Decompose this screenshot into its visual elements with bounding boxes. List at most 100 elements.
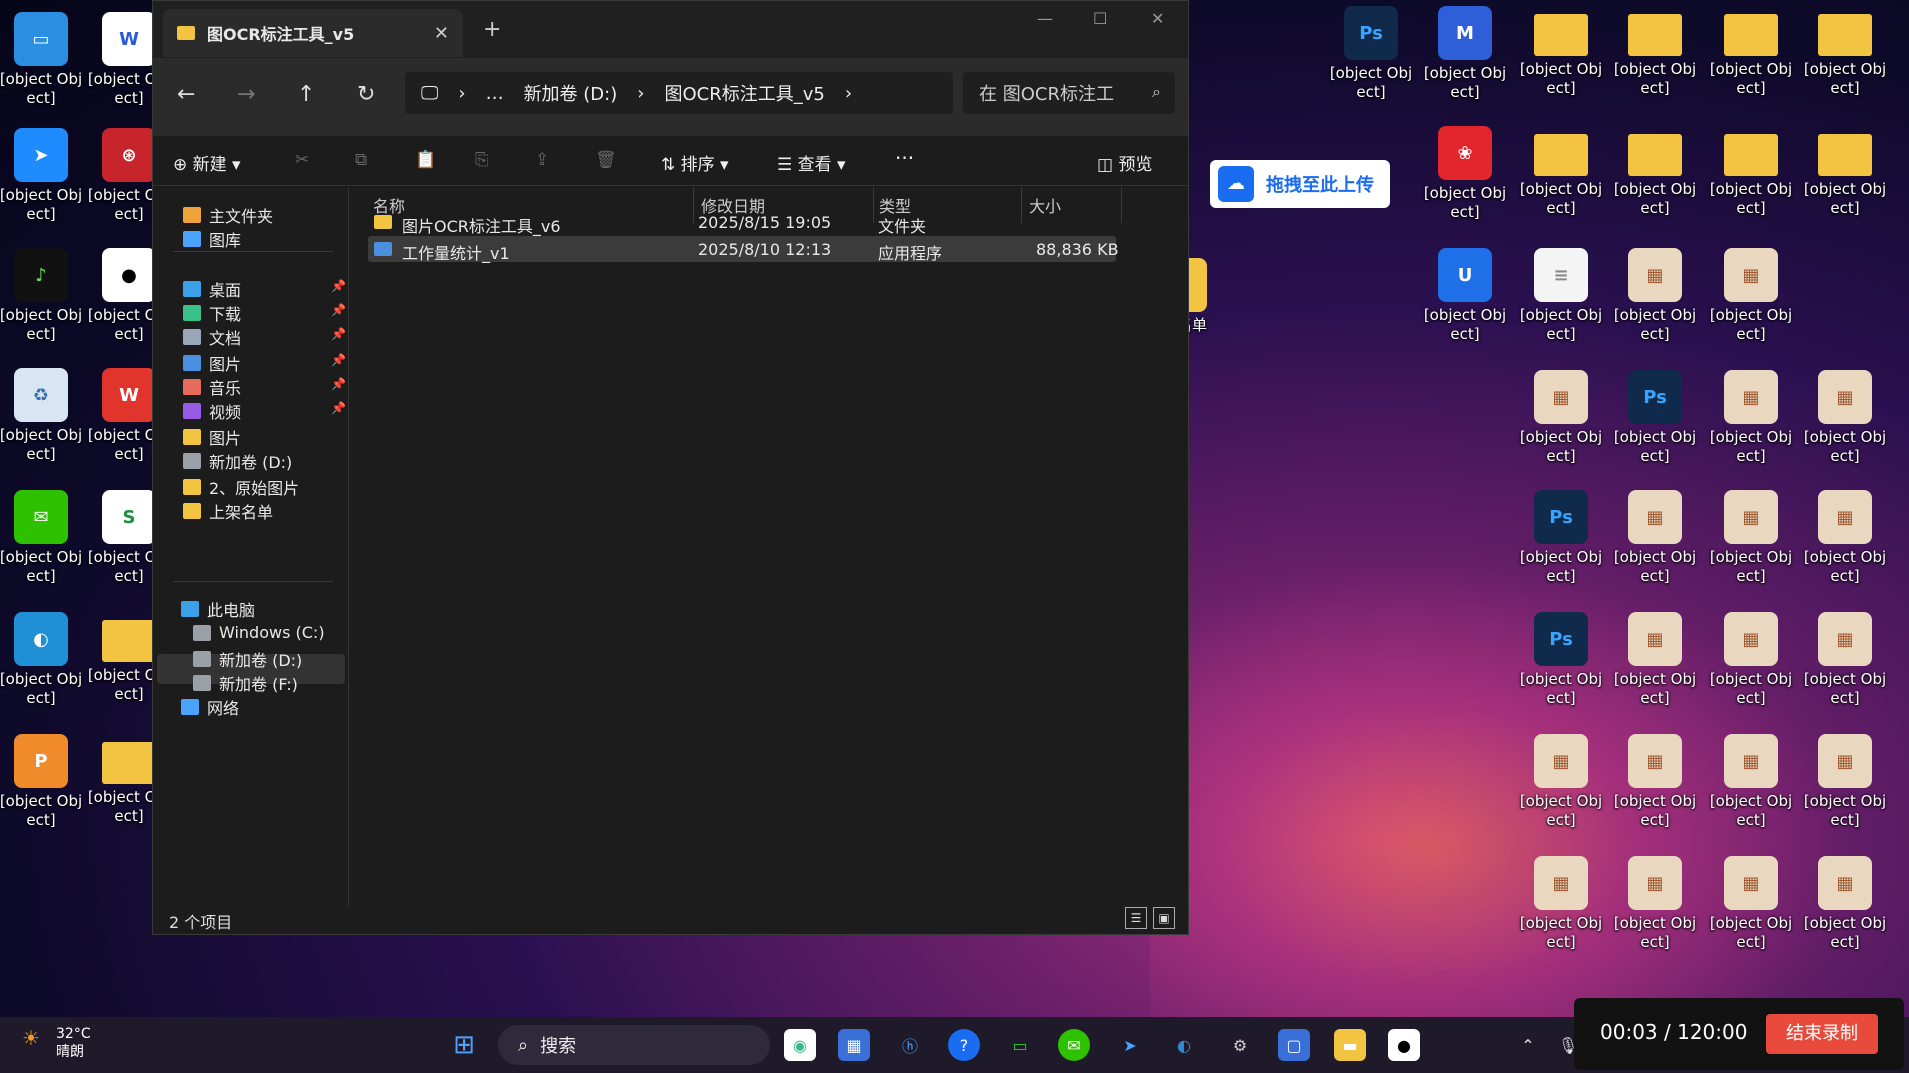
desktop-icon[interactable]: ◐ [object Object]: [0, 612, 86, 708]
tab-close-icon[interactable]: ✕: [434, 23, 449, 44]
sidebar-item[interactable]: 新加卷 (F:): [193, 671, 298, 695]
desktop-icon[interactable]: ▭ [object Object]: [0, 12, 86, 108]
desktop-icon[interactable]: [object Object]: [1610, 6, 1700, 98]
new-tab-button[interactable]: +: [483, 17, 501, 42]
forward-icon[interactable]: →: [237, 82, 255, 107]
pin-icon[interactable]: 📌: [331, 303, 346, 317]
desktop-icon[interactable]: ▦ [object Object]: [1516, 734, 1606, 830]
delete-icon[interactable]: 🗑: [595, 150, 617, 170]
desktop-icon[interactable]: ▦ [object Object]: [1800, 612, 1890, 708]
sidebar-item[interactable]: 桌面: [183, 277, 241, 301]
breadcrumb-ellipsis[interactable]: …: [486, 83, 504, 104]
sidebar-item[interactable]: 2、原始图片: [183, 475, 299, 499]
breadcrumb-folder[interactable]: 图OCR标注工具_v5: [664, 80, 824, 106]
address-bar[interactable]: 🖵 › … 新加卷 (D:) › 图OCR标注工具_v5 ›: [405, 72, 953, 114]
details-view-icon[interactable]: ☰: [1125, 907, 1147, 929]
desktop-icon[interactable]: ▦ [object Object]: [1516, 370, 1606, 466]
desktop-icon[interactable]: ▦ [object Object]: [1800, 370, 1890, 466]
desktop-icon[interactable]: [object Object]: [1800, 126, 1890, 218]
sidebar-item[interactable]: 网络: [181, 695, 239, 719]
desktop-icon[interactable]: ▦ [object Object]: [1706, 612, 1796, 708]
desktop-icon[interactable]: ▦ [object Object]: [1610, 734, 1700, 830]
desktop-icon[interactable]: ▦ [object Object]: [1706, 490, 1796, 586]
wechat-icon[interactable]: ✉: [1058, 1029, 1090, 1061]
desktop-icon[interactable]: [object Object]: [1516, 126, 1606, 218]
sidebar-item[interactable]: 新加卷 (D:): [183, 449, 292, 473]
pin-icon[interactable]: 📌: [331, 377, 346, 391]
back-icon[interactable]: ←: [177, 82, 195, 107]
desktop-icon[interactable]: Ps [object Object]: [1516, 490, 1606, 586]
sidebar-item[interactable]: 下载: [183, 301, 241, 325]
desktop-icon[interactable]: Ps [object Object]: [1326, 6, 1416, 102]
taskbar-search[interactable]: ⌕ 搜索: [498, 1025, 770, 1065]
desktop-icon[interactable]: ▦ [object Object]: [1800, 734, 1890, 830]
settings-icon[interactable]: ⚙: [1224, 1029, 1256, 1061]
desktop-icon[interactable]: Ps [object Object]: [1610, 370, 1700, 466]
pin-icon[interactable]: 📌: [331, 401, 346, 415]
desktop-icon[interactable]: ≡ [object Object]: [1516, 248, 1606, 344]
hp-icon[interactable]: ⓗ: [894, 1029, 926, 1061]
screen-icon[interactable]: ▭: [1004, 1029, 1036, 1061]
sidebar-item[interactable]: 视频: [183, 399, 241, 423]
chevron-up-icon[interactable]: ⌃: [1512, 1029, 1544, 1061]
file-row[interactable]: 工作量统计_v1 2025/8/10 12:13 应用程序 88,836 KB: [368, 236, 1119, 263]
breadcrumb-drive[interactable]: 新加卷 (D:): [524, 80, 618, 106]
search-input[interactable]: 在 图OCR标注工 ⌕: [963, 72, 1175, 114]
tiles-view-icon[interactable]: ▣: [1153, 907, 1175, 929]
new-button[interactable]: ⊕ 新建 ▾: [173, 150, 241, 175]
more-button[interactable]: ···: [895, 146, 914, 170]
sort-button[interactable]: ⇅ 排序 ▾: [661, 150, 729, 175]
desktop-icon[interactable]: P [object Object]: [0, 734, 86, 830]
maximize-button[interactable]: ☐: [1093, 9, 1107, 28]
sidebar-item[interactable]: 上架名单: [183, 499, 273, 523]
desktop-icon[interactable]: ▦ [object Object]: [1706, 734, 1796, 830]
sidebar-item[interactable]: 新加卷 (D:): [193, 647, 302, 671]
sidebar-item[interactable]: 音乐: [183, 375, 241, 399]
desktop-icon[interactable]: [object Object]: [1706, 6, 1796, 98]
desktop-icon[interactable]: [object Object]: [1610, 126, 1700, 218]
desktop-icon[interactable]: ♪ [object Object]: [0, 248, 86, 344]
desktop-icon[interactable]: U [object Object]: [1420, 248, 1510, 344]
desktop-icon[interactable]: [object Object]: [1516, 6, 1606, 98]
pin-icon[interactable]: 📌: [331, 353, 346, 367]
share-icon[interactable]: ⇪: [535, 150, 549, 170]
sidebar-item[interactable]: 图片: [183, 425, 241, 449]
sidebar-item[interactable]: 主文件夹: [183, 203, 273, 227]
sidebar-item[interactable]: 此电脑: [181, 597, 255, 621]
preview-button[interactable]: ◫ 预览: [1097, 150, 1152, 175]
start-icon[interactable]: ⊞: [448, 1029, 480, 1061]
dingtalk-icon[interactable]: ➤: [1114, 1029, 1146, 1061]
desktop-icon[interactable]: Ps [object Object]: [1516, 612, 1606, 708]
explorer-tab[interactable]: 图OCR标注工具_v5 ✕: [163, 9, 463, 57]
stop-recording-button[interactable]: 结束录制: [1766, 1014, 1878, 1054]
cut-icon[interactable]: ✂: [295, 150, 309, 170]
upload-drop-zone[interactable]: ☁ 拖拽至此上传: [1210, 160, 1390, 208]
copy-icon[interactable]: ⧉: [355, 150, 367, 170]
minimize-button[interactable]: —: [1037, 9, 1053, 28]
desktop-icon[interactable]: ▦ [object Object]: [1706, 248, 1796, 344]
weather-widget[interactable]: ☀ 32°C 晴朗: [22, 1025, 91, 1061]
desktop-icon[interactable]: ▦ [object Object]: [1800, 856, 1890, 952]
edge-icon[interactable]: ◐: [1168, 1029, 1200, 1061]
desktop-icon[interactable]: ▦ [object Object]: [1706, 856, 1796, 952]
paste-icon[interactable]: 📋: [415, 150, 436, 170]
desktop-icon[interactable]: ▦ [object Object]: [1516, 856, 1606, 952]
desktop-icon[interactable]: ✉ [object Object]: [0, 490, 86, 586]
refresh-icon[interactable]: ↻: [357, 82, 375, 107]
desktop-icon[interactable]: ▦ [object Object]: [1800, 490, 1890, 586]
desktop-icon[interactable]: ▦ [object Object]: [1610, 248, 1700, 344]
file-explorer-icon[interactable]: ▬: [1334, 1029, 1366, 1061]
pin-icon[interactable]: 📌: [331, 327, 346, 341]
up-icon[interactable]: ↑: [297, 82, 315, 107]
file-row[interactable]: 图片OCR标注工具_v6 2025/8/15 19:05 文件夹: [368, 209, 1116, 236]
help-icon[interactable]: ?: [948, 1029, 980, 1061]
store-icon[interactable]: ▦: [838, 1029, 870, 1061]
desktop-icon[interactable]: ▦ [object Object]: [1610, 612, 1700, 708]
desktop-icon[interactable]: ❀ [object Object]: [1420, 126, 1510, 222]
qq-icon[interactable]: ●: [1388, 1029, 1420, 1061]
desktop-icon[interactable]: ▦ [object Object]: [1706, 370, 1796, 466]
sidebar-item[interactable]: 文档: [183, 325, 241, 349]
pin-icon[interactable]: 📌: [331, 279, 346, 293]
desktop-icon[interactable]: ▦ [object Object]: [1610, 856, 1700, 952]
sidebar-item[interactable]: 图库: [183, 227, 241, 251]
